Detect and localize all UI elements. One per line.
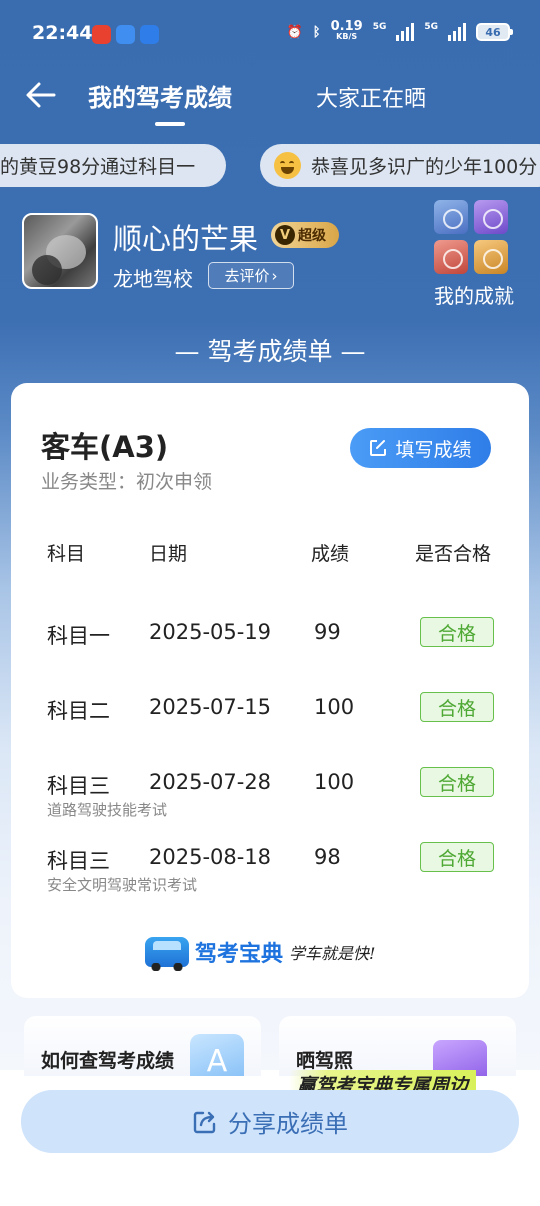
row-date: 2025-07-28 bbox=[149, 770, 272, 794]
section-title: — 驾考成绩单 — bbox=[174, 337, 366, 366]
row-score: 100 bbox=[314, 695, 355, 719]
header-date: 日期 bbox=[149, 543, 188, 565]
row-subject: 科目一 bbox=[47, 624, 110, 648]
tab-everyone-sharing[interactable]: 大家正在晒 bbox=[316, 81, 426, 113]
status-bar: 22:44 ⏰ ᛒ 0.19 KB/S 5G 5G 46 bbox=[0, 0, 540, 70]
badge-icon bbox=[474, 240, 508, 274]
rate-school-button[interactable]: 去评价 › bbox=[208, 262, 294, 289]
status-time: 22:44 bbox=[32, 22, 93, 44]
vip-label: 超级 bbox=[298, 228, 326, 244]
battery-icon: 46 bbox=[476, 23, 513, 41]
chevron-right-icon: › bbox=[271, 266, 278, 285]
car-logo-icon bbox=[145, 937, 189, 971]
card-label: 晒驾照 bbox=[296, 1050, 354, 1072]
vip-v-icon: V bbox=[275, 225, 295, 245]
battery-level: 46 bbox=[485, 25, 501, 39]
back-arrow-icon[interactable] bbox=[24, 78, 58, 112]
row-note: 道路驾驶技能考试 bbox=[47, 801, 168, 819]
status-right: ⏰ ᛒ 0.19 KB/S 5G 5G 46 bbox=[286, 19, 513, 42]
business-type: 业务类型：初次申领 bbox=[41, 471, 213, 493]
row-subject: 科目二 bbox=[47, 699, 110, 723]
badge-icon bbox=[434, 240, 468, 274]
row-subject: 科目三 bbox=[47, 774, 110, 798]
pass-badge: 合格 bbox=[420, 842, 494, 872]
header-score: 成绩 bbox=[311, 543, 350, 565]
rate-button-label: 去评价 bbox=[224, 267, 270, 285]
row-date: 2025-07-15 bbox=[149, 695, 272, 719]
share-score-button[interactable]: 分享成绩单 bbox=[21, 1090, 519, 1153]
ticker-text: 的黄豆98分通过科目一 bbox=[0, 156, 196, 178]
signal-icon bbox=[396, 23, 415, 41]
ticker-item[interactable]: 的黄豆98分通过科目一 bbox=[0, 144, 226, 187]
row-score: 100 bbox=[314, 770, 355, 794]
alarm-icon: ⏰ bbox=[286, 24, 303, 40]
signal-5g-label-2: 5G bbox=[424, 22, 438, 32]
driving-school-name: 龙地驾校 bbox=[113, 267, 193, 291]
cloud-app-icon bbox=[140, 25, 159, 44]
smile-emoji-icon bbox=[274, 152, 301, 179]
pass-badge: 合格 bbox=[420, 617, 494, 647]
row-date: 2025-05-19 bbox=[149, 620, 272, 644]
row-subject: 科目三 bbox=[47, 849, 110, 873]
share-license-card[interactable]: 晒驾照 bbox=[279, 1016, 516, 1076]
header-pass: 是否合格 bbox=[415, 543, 492, 565]
score-card: 客车(A3) 业务类型：初次申领 填写成绩 科目 日期 成绩 是否合格 科目一 … bbox=[11, 383, 529, 998]
brand-slogan: 学车就是快! bbox=[289, 944, 376, 963]
row-note: 安全文明驾驶常识考试 bbox=[47, 876, 198, 894]
badge-icon bbox=[474, 200, 508, 234]
brand-logo: 驾考宝典 学车就是快! bbox=[145, 936, 376, 971]
username: 顺心的芒果 bbox=[113, 222, 259, 256]
ticker-item[interactable]: 恭喜见多识广的少年100分 bbox=[260, 144, 540, 187]
net-unit: KB/S bbox=[336, 32, 358, 41]
my-achievements-link[interactable]: 我的成就 bbox=[434, 280, 514, 309]
bluetooth-icon: ᛒ bbox=[312, 24, 321, 40]
edit-icon bbox=[370, 440, 387, 456]
row-score: 98 bbox=[314, 845, 341, 869]
vehicle-class: 客车(A3) bbox=[41, 430, 169, 464]
row-score: 99 bbox=[314, 620, 341, 644]
brand-name: 驾考宝典 bbox=[195, 942, 284, 967]
tab-my-scores[interactable]: 我的驾考成绩 bbox=[88, 78, 232, 113]
net-speed: 0.19 bbox=[330, 19, 363, 34]
app-notification-icon bbox=[92, 25, 111, 44]
avatar[interactable] bbox=[22, 213, 98, 289]
active-tab-indicator bbox=[155, 122, 185, 126]
share-button-label: 分享成绩单 bbox=[228, 1110, 348, 1138]
ticker-text: 恭喜见多识广的少年100分 bbox=[311, 156, 538, 178]
header-subject: 科目 bbox=[47, 543, 86, 565]
signal-icon-2 bbox=[448, 23, 466, 41]
achievement-badges[interactable] bbox=[434, 200, 514, 276]
document-icon: A bbox=[190, 1034, 244, 1076]
how-to-check-scores-card[interactable]: 如何查驾考成绩 A bbox=[24, 1016, 261, 1076]
card-label: 如何查驾考成绩 bbox=[41, 1050, 175, 1072]
pass-badge: 合格 bbox=[420, 767, 494, 797]
weather-icon bbox=[116, 25, 135, 44]
share-icon bbox=[193, 1111, 216, 1133]
row-date: 2025-08-18 bbox=[149, 845, 272, 869]
signal-5g-label: 5G bbox=[372, 22, 387, 32]
fill-score-button[interactable]: 填写成绩 bbox=[350, 428, 491, 468]
vip-badge[interactable]: V 超级 bbox=[271, 222, 339, 248]
badge-icon bbox=[434, 200, 468, 234]
pass-badge: 合格 bbox=[420, 692, 494, 722]
fill-button-label: 填写成绩 bbox=[395, 438, 472, 461]
